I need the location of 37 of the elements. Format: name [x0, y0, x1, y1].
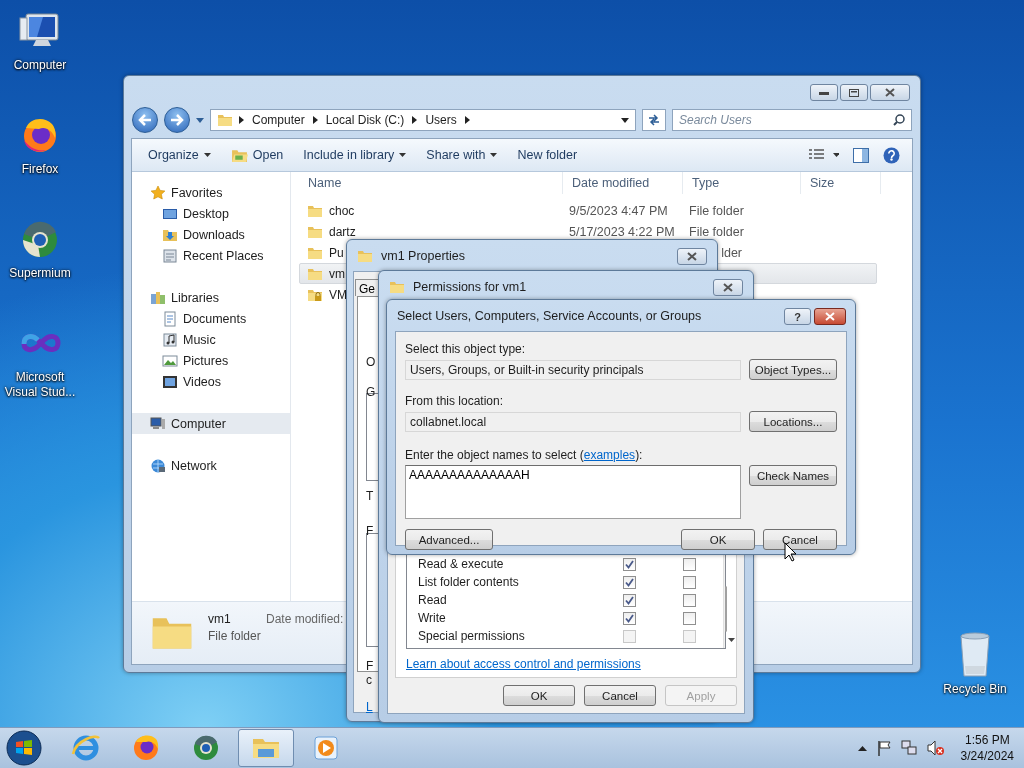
desktop-icon-label: Firefox: [20, 162, 60, 177]
desktop-icon-label: Supermium: [8, 266, 72, 281]
permission-name: Read & execute: [418, 557, 505, 571]
file-type: File folder: [689, 203, 744, 218]
permission-name: Write: [418, 611, 447, 625]
file-name: Pu: [329, 245, 344, 260]
file-name: choc: [329, 203, 355, 218]
desktop-icon-label: Microsoft Visual Stud...: [3, 370, 77, 400]
label: c: [366, 673, 372, 687]
desktop-icon-label: Computer: [12, 58, 68, 73]
dialog-title: vm1 Properties: [381, 249, 466, 263]
file-type: File folder: [689, 224, 744, 239]
dialog-title: Select Users, Computers, Service Accounts, or Groups: [397, 309, 702, 323]
permission-name: Read: [418, 593, 448, 607]
field-label: Enter the object names to select (examples):: [405, 448, 644, 462]
date-modified: 9/5/2023 4:47 PM: [568, 203, 668, 218]
selected-item-name: vm1: [208, 612, 232, 626]
permission-name: List folder contents: [418, 575, 520, 589]
date-modified-label: Date modified:: [266, 611, 344, 626]
file-type: lder: [721, 245, 742, 260]
file-name: dartz: [329, 224, 356, 239]
desktop-icon-label: Recycle Bin: [942, 682, 1008, 697]
field-label: From this location:: [405, 394, 505, 408]
field-label: Select this object type:: [405, 342, 527, 356]
label: O: [366, 355, 376, 369]
clock-date: 3/24/2024: [960, 749, 1014, 763]
dialog-title: Permissions for vm1: [413, 280, 527, 294]
location-field: collabnet.local: [405, 412, 741, 432]
file-name: VM: [329, 287, 347, 302]
date-modified: 5/17/2023 4:22 PM: [568, 224, 675, 239]
file-name: vm: [329, 266, 345, 281]
clock-time: 1:56 PM: [964, 733, 1010, 747]
permission-name: Special permissions: [418, 629, 526, 643]
object-type-field: Users, Groups, or Built-in security principals: [405, 360, 741, 380]
selected-item-type: File folder: [208, 629, 262, 643]
label: T: [366, 489, 374, 503]
label: F: [366, 659, 374, 673]
